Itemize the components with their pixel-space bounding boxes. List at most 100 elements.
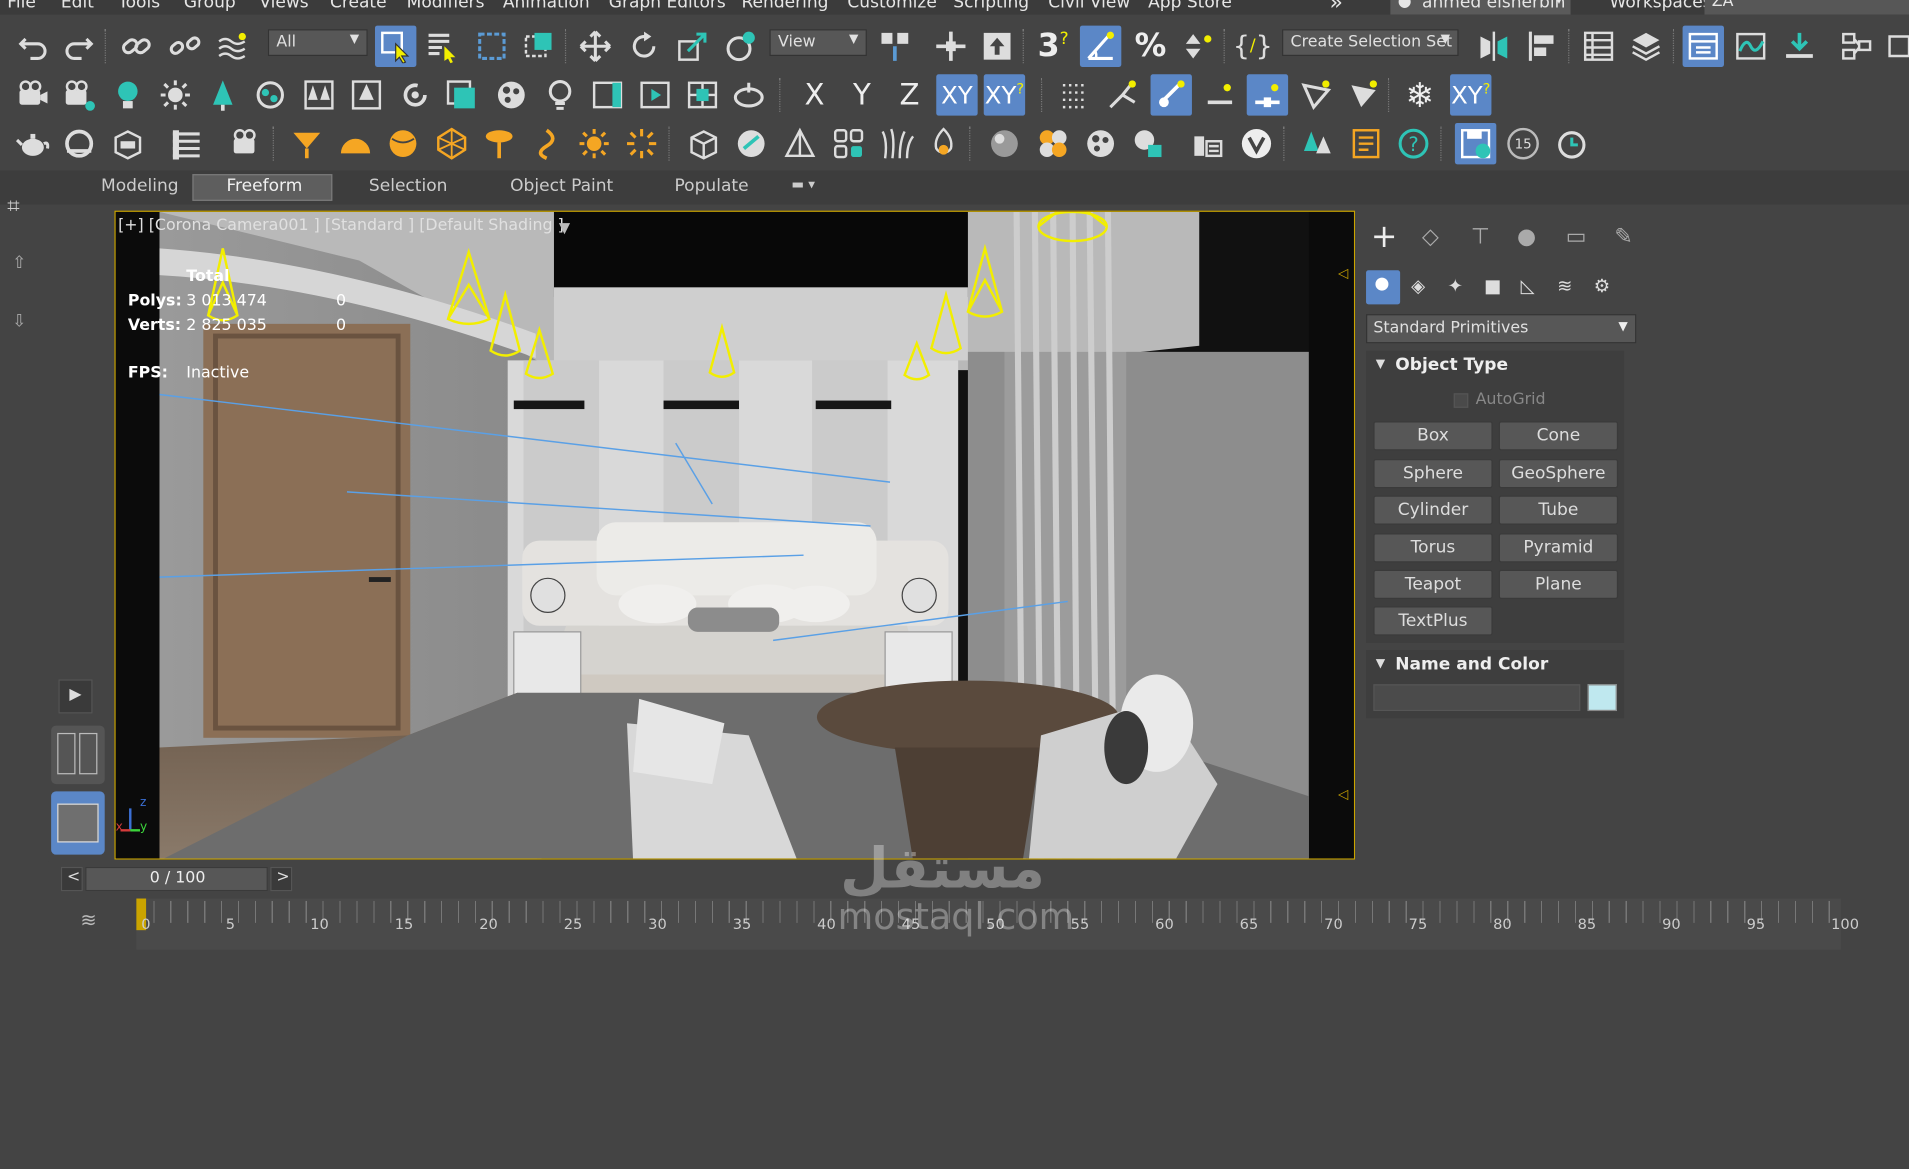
- camera-target-icon[interactable]: [58, 74, 99, 115]
- crop-icon[interactable]: ⌗: [7, 194, 19, 220]
- conversion-icon[interactable]: [728, 74, 769, 115]
- cone-button[interactable]: Cone: [1499, 421, 1618, 450]
- viewport-label[interactable]: [+] [Corona Camera001 ] [Standard ] [Def…: [118, 217, 564, 235]
- unlink-icon[interactable]: [164, 26, 205, 67]
- corona-scatter-icon[interactable]: [526, 123, 567, 164]
- corona-sky-icon[interactable]: [335, 123, 376, 164]
- time-slider[interactable]: 0 / 100: [85, 867, 268, 891]
- rotate-icon[interactable]: [623, 26, 664, 67]
- corona-array-icon[interactable]: [828, 123, 869, 164]
- link-icon[interactable]: [116, 26, 157, 67]
- help-icon[interactable]: ?: [1393, 123, 1434, 164]
- utilities-tab-icon[interactable]: ✎: [1614, 224, 1632, 250]
- vray-logo-icon[interactable]: [1236, 123, 1277, 164]
- ribbon-options-icon[interactable]: ▬ ▾: [791, 177, 815, 193]
- bind-space-warp-icon[interactable]: [212, 26, 253, 67]
- pyramid-button[interactable]: Pyramid: [1499, 533, 1618, 562]
- perpendicular-snap-icon[interactable]: [1343, 74, 1384, 115]
- axis-xy-button[interactable]: XY: [936, 74, 977, 115]
- create-tab-icon[interactable]: +: [1371, 219, 1398, 256]
- vertex-snap-icon[interactable]: [1151, 74, 1192, 115]
- material-library-icon[interactable]: [491, 74, 532, 115]
- angle-snap-icon[interactable]: [1080, 26, 1121, 67]
- helpers-icon[interactable]: ◺: [1521, 275, 1535, 297]
- menu-file[interactable]: File: [7, 0, 36, 12]
- foliage-icon[interactable]: [202, 74, 243, 115]
- rotate-view-icon[interactable]: [394, 74, 435, 115]
- percent-snap-icon[interactable]: %: [1130, 26, 1171, 67]
- interactive-render-icon[interactable]: [539, 74, 580, 115]
- expand-panel-button[interactable]: ▶: [58, 679, 92, 713]
- mirror-icon[interactable]: [1473, 26, 1514, 67]
- motion-tab-icon[interactable]: ●: [1517, 224, 1536, 250]
- corona-sphere-map-icon[interactable]: [731, 123, 772, 164]
- tab-freeform[interactable]: Freeform: [226, 177, 302, 196]
- menu-civil-view[interactable]: Civil View: [1048, 0, 1130, 12]
- menu-customize[interactable]: Customize: [847, 0, 936, 12]
- select-and-manipulate-icon[interactable]: [930, 26, 971, 67]
- sun-light-icon[interactable]: [155, 74, 196, 115]
- scatter-icon[interactable]: [250, 74, 291, 115]
- material-converter-icon[interactable]: [1127, 123, 1168, 164]
- corona-pyramid-icon[interactable]: [779, 123, 820, 164]
- sphere-button[interactable]: Sphere: [1373, 459, 1492, 488]
- prev-frame-button[interactable]: <: [61, 867, 83, 891]
- menu-graph-editors[interactable]: Graph Editors: [609, 0, 726, 12]
- teapot-button[interactable]: Teapot: [1373, 570, 1492, 599]
- object-color-swatch[interactable]: [1588, 684, 1617, 711]
- named-selection-set-dropdown[interactable]: Create Selection Set▼: [1282, 29, 1459, 56]
- corona-light-icon[interactable]: [286, 123, 327, 164]
- space-warps-icon[interactable]: ≋: [1557, 275, 1572, 297]
- auto-backup-icon[interactable]: [1455, 123, 1496, 164]
- face-snap-icon[interactable]: [1295, 74, 1336, 115]
- scene-converter-icon[interactable]: [1187, 123, 1228, 164]
- render-play-icon[interactable]: [634, 74, 675, 115]
- teapot-icon[interactable]: [12, 123, 53, 164]
- workspaces-select[interactable]: ZA: [1705, 0, 1909, 15]
- spinner-snap-icon[interactable]: [1177, 26, 1218, 67]
- redo-icon[interactable]: [58, 26, 99, 67]
- corona-grass-icon[interactable]: [877, 123, 918, 164]
- viewport-single-icon[interactable]: [51, 791, 105, 854]
- filter-icon[interactable]: ▼: [559, 219, 570, 236]
- camera-rig-icon[interactable]: [12, 74, 53, 115]
- menu-rendering[interactable]: Rendering: [741, 0, 828, 12]
- axis-x-button[interactable]: X: [794, 74, 835, 115]
- autogrid-checkbox[interactable]: [1454, 393, 1469, 408]
- tab-populate[interactable]: Populate: [674, 177, 748, 196]
- corona-fire-icon[interactable]: [923, 123, 964, 164]
- cameras-icon[interactable]: ■: [1484, 275, 1501, 297]
- menu-overflow-icon[interactable]: »: [1330, 0, 1343, 15]
- axis-z-button[interactable]: Z: [889, 74, 930, 115]
- material-palette-icon[interactable]: [1080, 123, 1121, 164]
- menu-edit[interactable]: Edit: [61, 0, 94, 12]
- toggle-ribbon-icon[interactable]: [1683, 26, 1724, 67]
- place-icon[interactable]: [721, 26, 762, 67]
- corona-sun-icon[interactable]: [382, 123, 423, 164]
- torus-button[interactable]: Torus: [1373, 533, 1492, 562]
- camera-viewport[interactable]: [+] [Corona Camera001 ] [Standard ] [Def…: [114, 211, 1355, 860]
- menu-create[interactable]: Create: [330, 0, 387, 12]
- proxy-icon[interactable]: [441, 74, 482, 115]
- scale-icon[interactable]: [672, 26, 713, 67]
- frame-buffer-icon[interactable]: [587, 74, 628, 115]
- lights-icon[interactable]: ✦: [1448, 275, 1463, 297]
- tab-selection[interactable]: Selection: [369, 177, 448, 196]
- toggle-scene-explorer-icon[interactable]: [1578, 26, 1619, 67]
- tab-modeling[interactable]: Modeling: [101, 177, 179, 196]
- arrow-up-icon[interactable]: ⇧: [12, 253, 26, 272]
- corona-sunlight-icon[interactable]: [573, 123, 614, 164]
- edit-named-selection-icon[interactable]: {/}: [1232, 26, 1273, 67]
- multi-material-icon[interactable]: [1032, 123, 1073, 164]
- viewport-layout-icon[interactable]: [51, 726, 105, 784]
- snaps-toggle-icon[interactable]: 3?: [1032, 26, 1073, 67]
- menu-animation[interactable]: Animation: [503, 0, 590, 12]
- material-sphere-icon[interactable]: [984, 123, 1025, 164]
- menu-views[interactable]: Views: [259, 0, 308, 12]
- forest-pack-icon[interactable]: [1297, 123, 1338, 164]
- cylinder-button[interactable]: Cylinder: [1373, 496, 1492, 525]
- hierarchy-tab-icon[interactable]: ⊤: [1471, 224, 1490, 250]
- constraint-xy-icon[interactable]: XY?: [1450, 74, 1491, 115]
- midpoint-snap-icon[interactable]: [1247, 74, 1288, 115]
- corona-decal-icon[interactable]: [478, 123, 519, 164]
